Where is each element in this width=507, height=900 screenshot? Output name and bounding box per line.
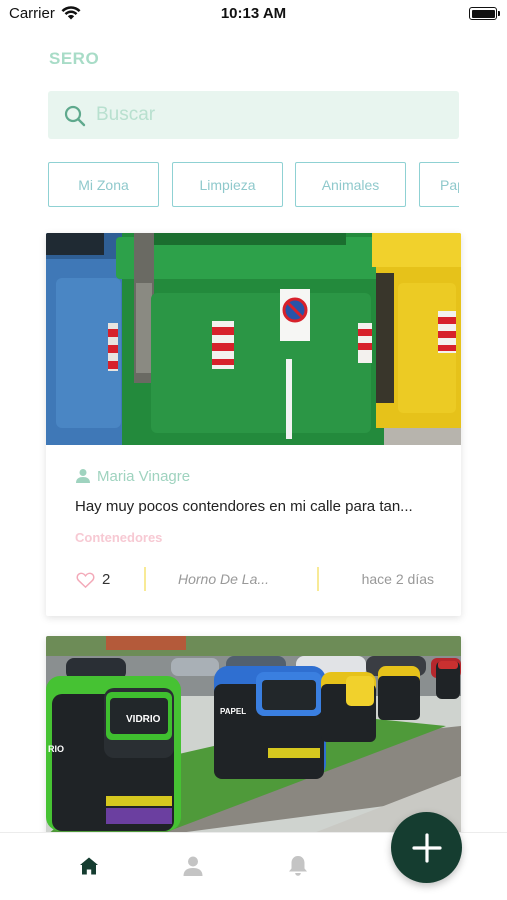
chip-animales[interactable]: Animales: [295, 162, 406, 207]
app-title: SERO: [49, 49, 100, 68]
post-author[interactable]: Maria Vinagre: [75, 466, 190, 486]
divider: [144, 567, 146, 591]
post-location: Horno De La...: [178, 571, 270, 587]
tab-home[interactable]: [76, 853, 102, 879]
svg-text:VIDRIO: VIDRIO: [126, 714, 161, 725]
chip-limpieza[interactable]: Limpieza: [172, 162, 283, 207]
search-icon: [64, 105, 86, 127]
post-text: Hay muy pocos contendores en mi calle pa…: [75, 498, 413, 515]
post-card[interactable]: Maria Vinagre Hay muy pocos contendores …: [46, 233, 461, 616]
tab-profile[interactable]: [180, 853, 206, 879]
post-image: [46, 233, 461, 445]
home-icon: [80, 857, 98, 875]
battery-icon: [469, 7, 500, 20]
post-meta: 2 Horno De La... hace 2 días: [75, 567, 435, 593]
search-bar[interactable]: [48, 91, 459, 139]
status-bar: Carrier 10:13 AM: [0, 0, 507, 28]
post-card[interactable]: VIDRIO RIO PAPEL: [46, 636, 461, 836]
svg-text:PAPEL: PAPEL: [220, 707, 246, 716]
status-time: 10:13 AM: [220, 5, 287, 22]
post-time: hace 2 días: [361, 571, 434, 587]
category-filter-list: Mi Zona Limpieza Animales Pap: [48, 162, 459, 208]
search-input[interactable]: [96, 91, 446, 139]
author-name: Maria Vinagre: [97, 467, 191, 485]
chip-mi-zona[interactable]: Mi Zona: [48, 162, 159, 207]
post-category-tag[interactable]: Contenedores: [75, 530, 162, 545]
bell-icon: [289, 856, 307, 876]
heart-icon[interactable]: [76, 571, 95, 589]
divider: [317, 567, 319, 591]
plus-icon: [411, 832, 442, 863]
post-image: VIDRIO RIO PAPEL: [46, 636, 461, 836]
profile-icon: [183, 856, 203, 876]
user-icon: [76, 469, 90, 483]
svg-text:RIO: RIO: [48, 744, 64, 754]
tab-notifications[interactable]: [285, 853, 311, 879]
like-count: 2: [102, 571, 111, 588]
add-post-button[interactable]: [391, 812, 462, 883]
chip-papel[interactable]: Pap: [419, 162, 459, 207]
